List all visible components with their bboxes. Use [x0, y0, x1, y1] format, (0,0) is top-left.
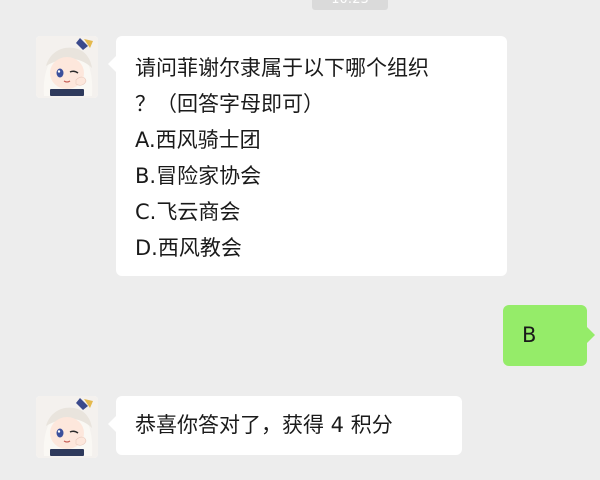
- answer-message-bubble[interactable]: B: [503, 305, 595, 366]
- option-d: D.西风教会: [135, 236, 242, 260]
- paimon-avatar-icon[interactable]: [36, 36, 98, 98]
- question-line-2: ？（回答字母即可）: [135, 92, 324, 116]
- timestamp: 10:23: [312, 0, 388, 10]
- question-line-1: 请问菲谢尔隶属于以下哪个组织: [135, 56, 429, 80]
- question-message-bubble[interactable]: 请问菲谢尔隶属于以下哪个组织 ？（回答字母即可） A.西风骑士团 B.冒险家协会…: [108, 36, 507, 276]
- option-b: B.冒险家协会: [135, 164, 262, 188]
- option-a: A.西风骑士团: [135, 128, 261, 152]
- paimon-avatar-icon[interactable]: [36, 396, 98, 458]
- option-c: C.飞云商会: [135, 200, 241, 224]
- reply-message-bubble[interactable]: 恭喜你答对了，获得 4 积分: [108, 396, 462, 455]
